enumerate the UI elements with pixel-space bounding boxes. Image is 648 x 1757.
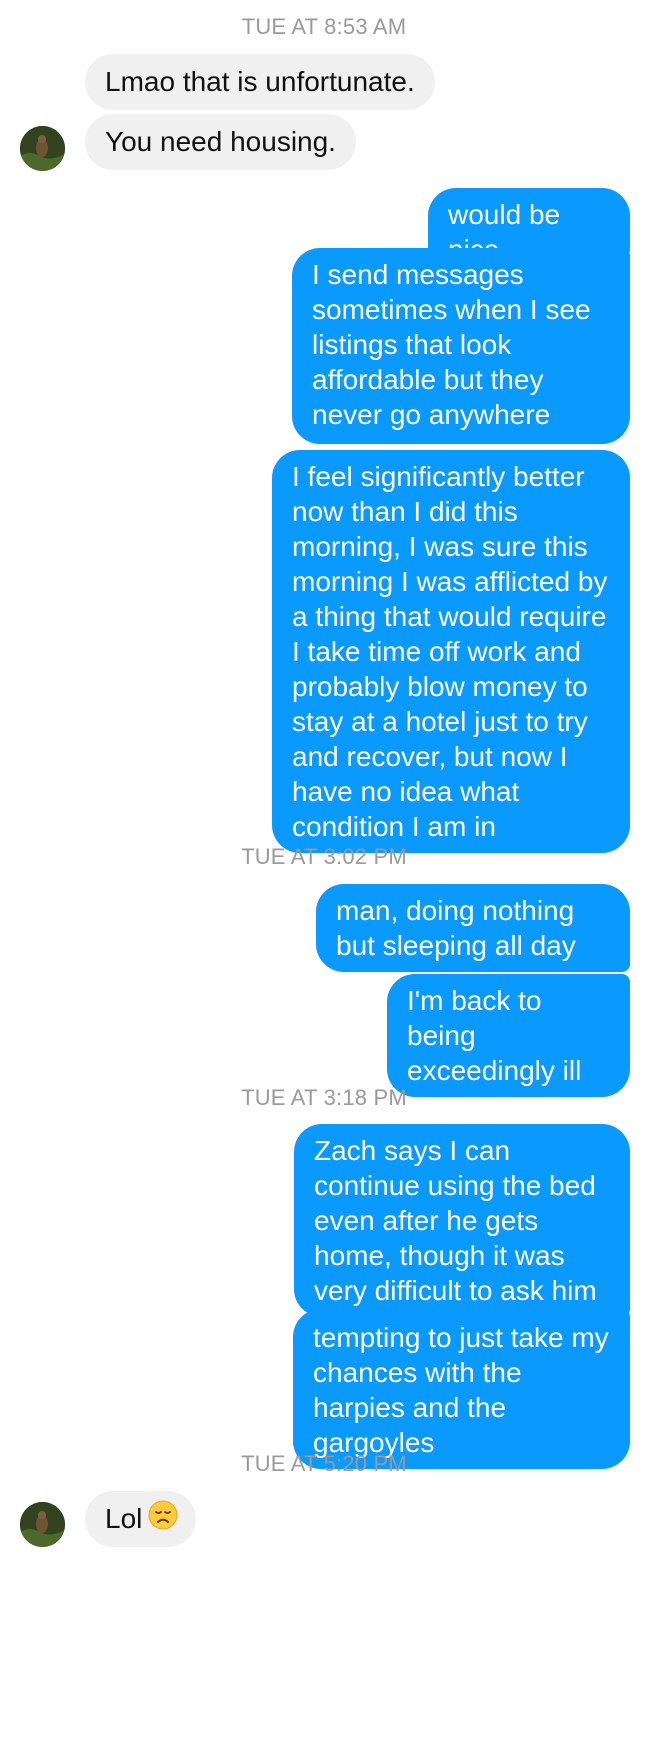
outgoing-message[interactable]: tempting to just take my chances with th… — [293, 1309, 630, 1469]
contact-avatar[interactable] — [20, 1502, 65, 1547]
avatar-image — [20, 1502, 65, 1547]
incoming-message[interactable]: Lol — [85, 1491, 197, 1549]
timestamp: TUE AT 5:20 PM — [241, 1451, 407, 1476]
outgoing-message[interactable]: man, doing nothing but sleeping all day — [316, 884, 630, 972]
outgoing-message[interactable]: I send messages sometimes when I see lis… — [292, 248, 630, 444]
incoming-message[interactable]: You need housing. — [85, 114, 356, 170]
contact-avatar[interactable] — [20, 126, 65, 171]
timestamp: TUE AT 3:02 PM — [241, 844, 407, 869]
message-text: Lol — [105, 1503, 143, 1534]
incoming-message[interactable]: Lmao that is unfortunate. — [85, 54, 435, 110]
avatar-image — [20, 126, 65, 171]
outgoing-message[interactable]: I'm back to being exceedingly ill — [387, 974, 630, 1097]
timestamp: TUE AT 3:18 PM — [241, 1085, 407, 1110]
outgoing-message[interactable]: Zach says I can continue using the bed e… — [294, 1124, 630, 1317]
disappointed-face-emoji — [148, 1493, 178, 1549]
timestamp: TUE AT 8:53 AM — [241, 14, 407, 39]
outgoing-message[interactable]: I feel significantly better now than I d… — [272, 450, 630, 853]
